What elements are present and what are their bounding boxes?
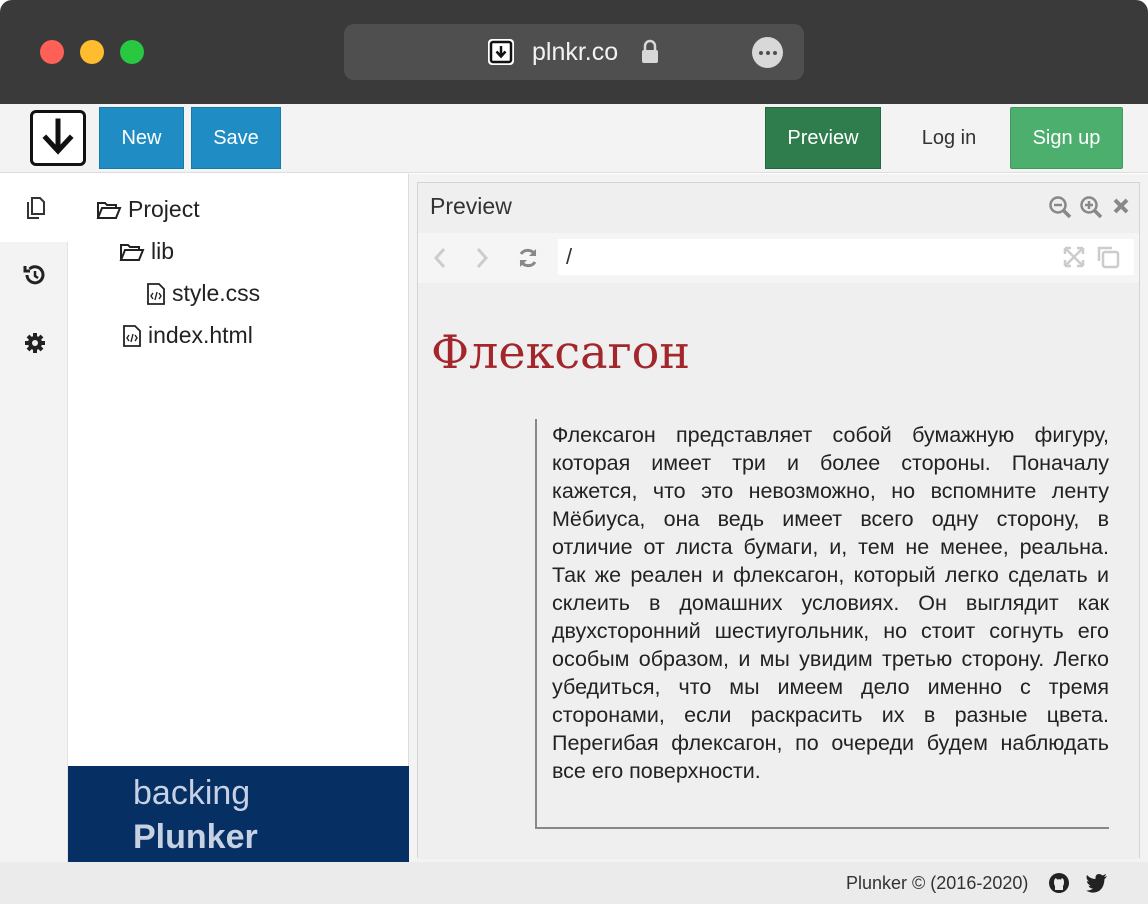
zoom-in-icon[interactable]	[1079, 195, 1103, 224]
tree-folder-project[interactable]: Project	[96, 196, 200, 223]
refresh-icon[interactable]	[516, 246, 540, 275]
footer-credit: Plunker © (2016-2020)	[846, 873, 1029, 893]
tree-file-index-html[interactable]: index.html	[122, 322, 253, 349]
preview-button[interactable]: Preview	[765, 107, 881, 169]
open-new-window-icon[interactable]	[1095, 244, 1121, 276]
tree-item-label: lib	[151, 238, 175, 264]
preview-title: Preview	[430, 193, 512, 219]
address-bar[interactable]: plnkr.co	[344, 24, 804, 80]
code-file-icon	[123, 324, 141, 347]
zoom-window-button[interactable]	[120, 40, 144, 64]
back-icon[interactable]	[432, 246, 448, 275]
tree-item-label: index.html	[148, 322, 253, 348]
plunker-logo-icon[interactable]	[30, 110, 86, 166]
footer: Plunker © (2016-2020)	[0, 862, 1148, 904]
expand-icon[interactable]	[1062, 245, 1086, 275]
save-button[interactable]: Save	[191, 107, 281, 169]
folder-open-icon	[119, 243, 145, 261]
minimize-window-button[interactable]	[80, 40, 104, 64]
tree-folder-lib[interactable]: lib	[119, 238, 174, 265]
preview-content: Флексагон Флексагон представляет собой б…	[418, 287, 1139, 859]
preview-nav-bar: /	[418, 233, 1139, 283]
file-tree: Project lib style.css index.html	[68, 174, 409, 766]
login-link[interactable]: Log in	[900, 107, 998, 169]
site-favicon-icon	[488, 39, 514, 65]
forward-icon[interactable]	[474, 246, 490, 275]
folder-open-icon	[96, 201, 122, 219]
rail-item-settings[interactable]	[0, 310, 68, 378]
github-icon[interactable]	[1048, 872, 1070, 899]
preview-pane: Preview / Флексагон Флексагон представля…	[417, 182, 1140, 859]
preview-blockquote: Флексагон представляет собой бумажную фи…	[535, 419, 1109, 829]
tree-item-label: Project	[128, 196, 200, 222]
tree-item-label: style.css	[172, 280, 261, 306]
backing-plunker-banner[interactable]: backing Plunker	[68, 766, 409, 862]
app-toolbar: New Save Preview Log in Sign up	[0, 104, 1148, 173]
backing-brand: Plunker	[133, 818, 258, 856]
preview-address-input[interactable]: /	[558, 239, 1134, 275]
lock-icon	[640, 39, 660, 70]
close-window-button[interactable]	[40, 40, 64, 64]
preview-area: Preview / Флексагон Флексагон представля…	[409, 174, 1148, 862]
history-icon	[22, 262, 48, 293]
code-file-icon	[147, 282, 165, 305]
rail-item-history[interactable]	[0, 242, 68, 310]
signup-button[interactable]: Sign up	[1010, 107, 1123, 169]
address-url: plnkr.co	[532, 38, 619, 66]
new-button[interactable]: New	[99, 107, 184, 169]
files-icon	[22, 194, 48, 225]
more-options-icon[interactable]	[752, 37, 783, 68]
preview-address-text: /	[566, 244, 573, 269]
preview-heading: Флексагон	[431, 325, 691, 379]
rail-item-files[interactable]	[0, 174, 68, 242]
tree-file-style-css[interactable]: style.css	[146, 280, 260, 307]
sidebar-rail	[0, 174, 68, 862]
close-icon[interactable]	[1112, 197, 1130, 220]
browser-chrome: plnkr.co	[0, 0, 1148, 104]
gear-icon	[22, 330, 48, 361]
zoom-out-icon[interactable]	[1048, 195, 1072, 224]
backing-text: backing	[133, 774, 251, 812]
twitter-icon[interactable]	[1085, 872, 1109, 899]
